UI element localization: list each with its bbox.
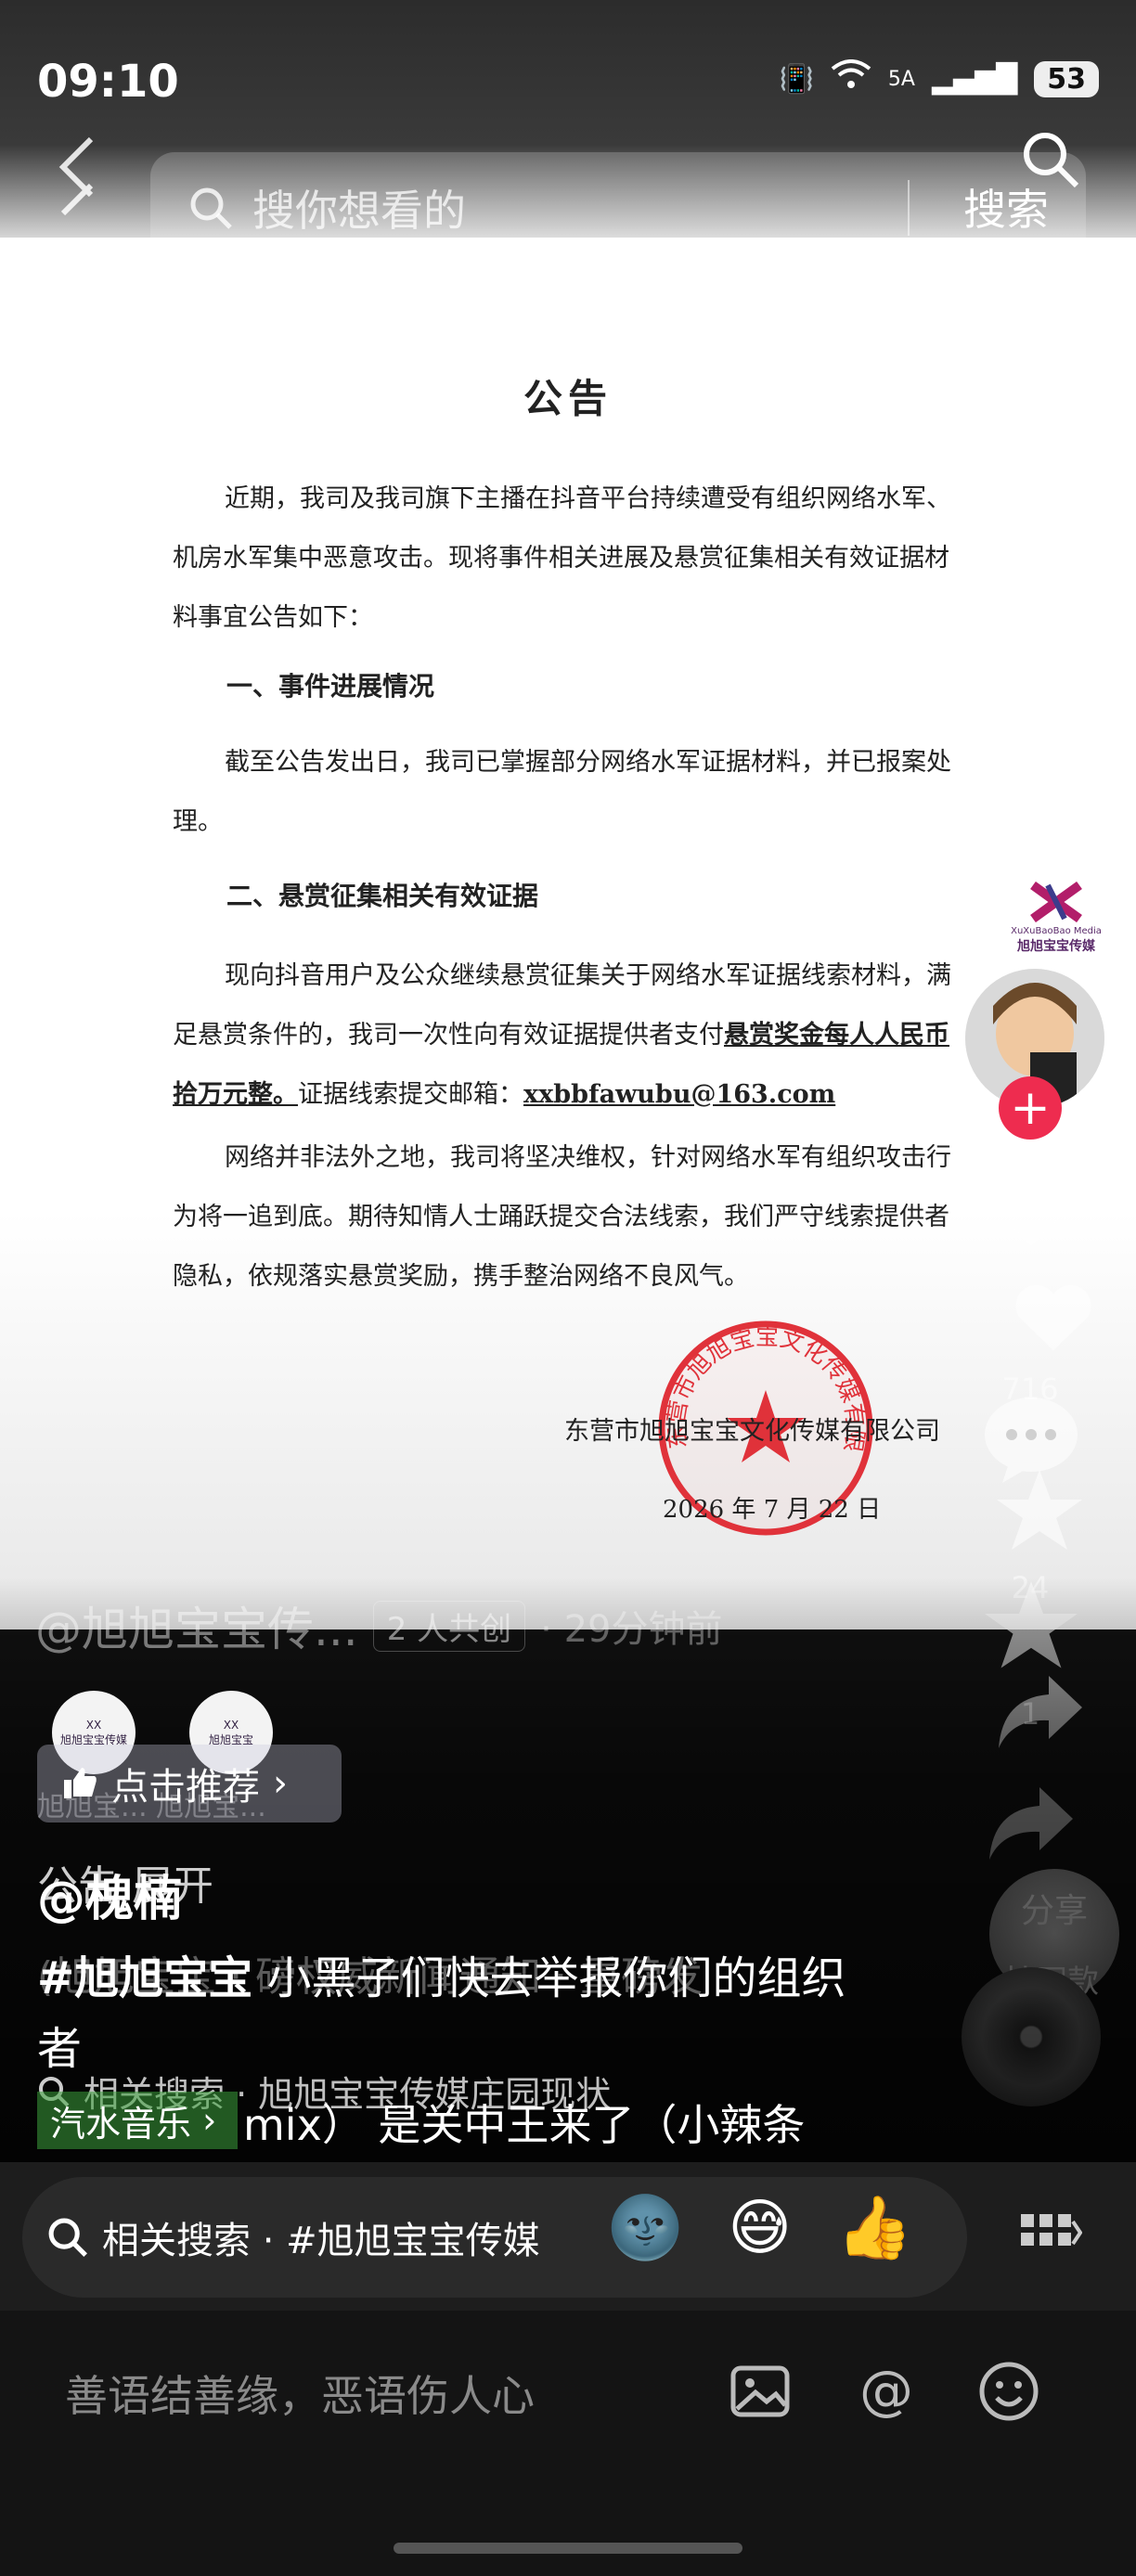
emoji-row: 🌚 😅 👍: [607, 2192, 912, 2264]
search-placeholder: 搜你想看的: [252, 186, 466, 236]
document-date: 2026 年 7 月 22 日: [663, 1496, 882, 1524]
caption-hashtag[interactable]: #旭旭宝宝: [37, 1952, 252, 2004]
post-time: · 29分钟前: [540, 1608, 723, 1651]
comment-bar: [0, 2311, 1136, 2576]
back-button[interactable]: [45, 130, 110, 241]
vibrate-icon: 📳: [779, 62, 814, 96]
svg-text:@: @: [859, 2359, 913, 2422]
author-line: @旭旭宝宝传... 2 人共创 · 29分钟前: [35, 1592, 722, 1659]
author-name[interactable]: @旭旭宝宝传...: [35, 1592, 358, 1659]
email-address: xxbbfawubu@163.com: [523, 1080, 836, 1109]
emoji-face-icon[interactable]: [976, 2359, 1041, 2424]
comment-count: 716: [1001, 1372, 1059, 1407]
caption: #旭旭宝宝 小黑子们快去举报你们的组织者: [37, 1943, 872, 2084]
search-field-icon: [190, 187, 232, 229]
document-title: 公告: [523, 376, 613, 421]
more-emoji-icon[interactable]: [1019, 2210, 1083, 2266]
related-search-2-label: 相关搜索 · #旭旭宝宝传媒: [102, 2220, 540, 2262]
document-heading-1: 一、事件进展情况: [226, 671, 435, 702]
cocreate-badge[interactable]: 2 人共创: [372, 1600, 526, 1652]
chevron-right-icon: ›: [273, 1762, 288, 1805]
thumbs-up-icon: [64, 1768, 97, 1798]
follow-button[interactable]: +: [999, 1076, 1062, 1140]
favorite-icon-ghost: [993, 1466, 1086, 1559]
recommend-label: 点击推荐: [111, 1766, 260, 1809]
document-heading-2: 二、悬赏征集相关有效证据: [226, 881, 539, 911]
document-company: 东营市旭旭宝宝文化传媒有限公司: [564, 1417, 940, 1446]
wifi-icon: [831, 59, 871, 98]
network-label: 5A: [887, 67, 915, 91]
emoji-sweat-smile[interactable]: 😅: [728, 2192, 792, 2264]
music-title: mix） 是关中王来了（小辣条: [243, 2100, 806, 2150]
music-tag[interactable]: 汽水音乐 ›: [37, 2092, 238, 2149]
emoji-moon[interactable]: 🌚: [607, 2192, 683, 2264]
search-button[interactable]: 搜索: [963, 176, 1049, 238]
home-indicator[interactable]: [394, 2543, 742, 2554]
status-icons: 📳 5A ▂▄▆█ 53: [780, 59, 1099, 98]
search-icon: [48, 2218, 87, 2257]
signal-icon: ▂▄▆█: [931, 62, 1018, 96]
like-icon-ghost: [1012, 1281, 1095, 1360]
username[interactable]: @槐楠: [37, 1860, 182, 1929]
comment-input[interactable]: 善语结善缘，恶语伤人心: [65, 2363, 535, 2424]
document-paragraph-1: 近期，我司及我司旗下主播在抖音平台持续遭受有组织网络水军、机房水军集中恶意攻击。…: [173, 484, 951, 632]
brand-logo-cn: 旭旭宝宝传媒: [1017, 939, 1095, 954]
image-icon[interactable]: [728, 2359, 793, 2424]
battery-icon: 53: [1034, 60, 1099, 97]
recommend-button[interactable]: 点击推荐 ›: [37, 1745, 342, 1823]
email-label: 证据线索提交邮箱：: [298, 1080, 523, 1109]
like-count: 768: [1001, 1169, 1059, 1204]
document-paragraph-4: 网络并非法外之地，我司将坚决维权，针对网络水军有组织攻击行为将一追到底。期待知情…: [173, 1143, 951, 1291]
status-time: 09:10: [37, 56, 179, 108]
announcement-document: 公告 近期，我司及我司旗下主播在抖音平台持续遭受有组织网络水军、机房水军集中恶意…: [0, 238, 1136, 1629]
document-paragraph-3: 现向抖音用户及公众继续悬赏征集关于网络水军证据线索材料，满足悬赏条件的，我司一次…: [173, 947, 973, 1125]
mention-icon[interactable]: @: [852, 2359, 917, 2424]
music-tag-label: 汽水音乐: [50, 2103, 192, 2145]
brand-logo: XuXuBaoBao Media 旭旭宝宝传媒: [1000, 881, 1112, 956]
search-divider: [908, 180, 910, 236]
brand-logo-text: XuXuBaoBao Media: [1011, 926, 1102, 936]
emoji-thumbs-up[interactable]: 👍: [836, 2192, 912, 2264]
document-paragraph-2: 截至公告发出日，我司已掌握部分网络水军证据材料，并已报案处理。: [173, 748, 951, 836]
